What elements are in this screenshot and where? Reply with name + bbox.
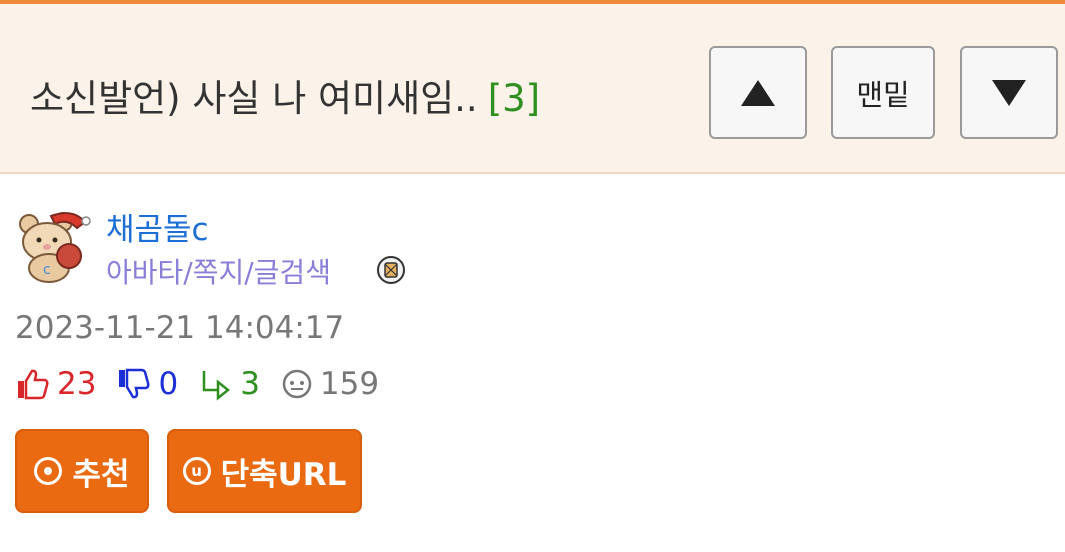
author-avatar[interactable]: c: [15, 208, 91, 284]
triangle-up-icon: [741, 79, 775, 106]
post-stats: 23 0 3 159: [15, 364, 399, 404]
scroll-down-button[interactable]: [960, 46, 1058, 139]
like-count: 23: [57, 366, 97, 402]
dislike-count: 0: [158, 366, 179, 402]
short-url-button[interactable]: u 단축URL: [167, 429, 362, 513]
post-title: 소신발언) 사실 나 여미새임.. [3]: [30, 68, 540, 122]
author-name[interactable]: 채곰돌c: [106, 204, 209, 249]
post-date: 2023-11-21 14:04:17: [15, 310, 345, 346]
post-title-text: 소신발언) 사실 나 여미새임..: [30, 77, 478, 120]
short-url-label: 단축URL: [220, 456, 347, 493]
view-stat: 159: [280, 366, 379, 402]
scroll-bottom-button[interactable]: 맨밑: [831, 46, 935, 139]
recommend-label: 추천: [72, 456, 130, 493]
recommend-button[interactable]: 추천: [15, 429, 149, 513]
scroll-up-button[interactable]: [709, 46, 807, 139]
thumbs-up-icon: [18, 369, 49, 400]
triangle-down-icon: [992, 79, 1026, 106]
post-header: 소신발언) 사실 나 여미새임.. [3] 맨밑: [0, 4, 1065, 174]
reply-arrow-icon: [202, 371, 231, 401]
circle-u-icon: u: [182, 457, 211, 485]
face-icon: [282, 369, 312, 399]
comment-count[interactable]: [3]: [488, 77, 540, 120]
svg-text:c: c: [43, 262, 51, 278]
view-count: 159: [319, 366, 380, 402]
author-links[interactable]: 아바타/쪽지/글검색: [106, 251, 331, 291]
reply-stat[interactable]: 3: [198, 366, 260, 402]
teddy-bear-avatar-icon: c: [19, 212, 91, 283]
reply-count: 3: [240, 366, 260, 402]
thumbs-down-icon: [119, 368, 150, 399]
dislike-stat[interactable]: 0: [116, 366, 178, 402]
like-stat[interactable]: 23: [15, 366, 96, 402]
circle-dot-icon: [34, 457, 63, 485]
letter-badge-icon: [376, 255, 406, 285]
